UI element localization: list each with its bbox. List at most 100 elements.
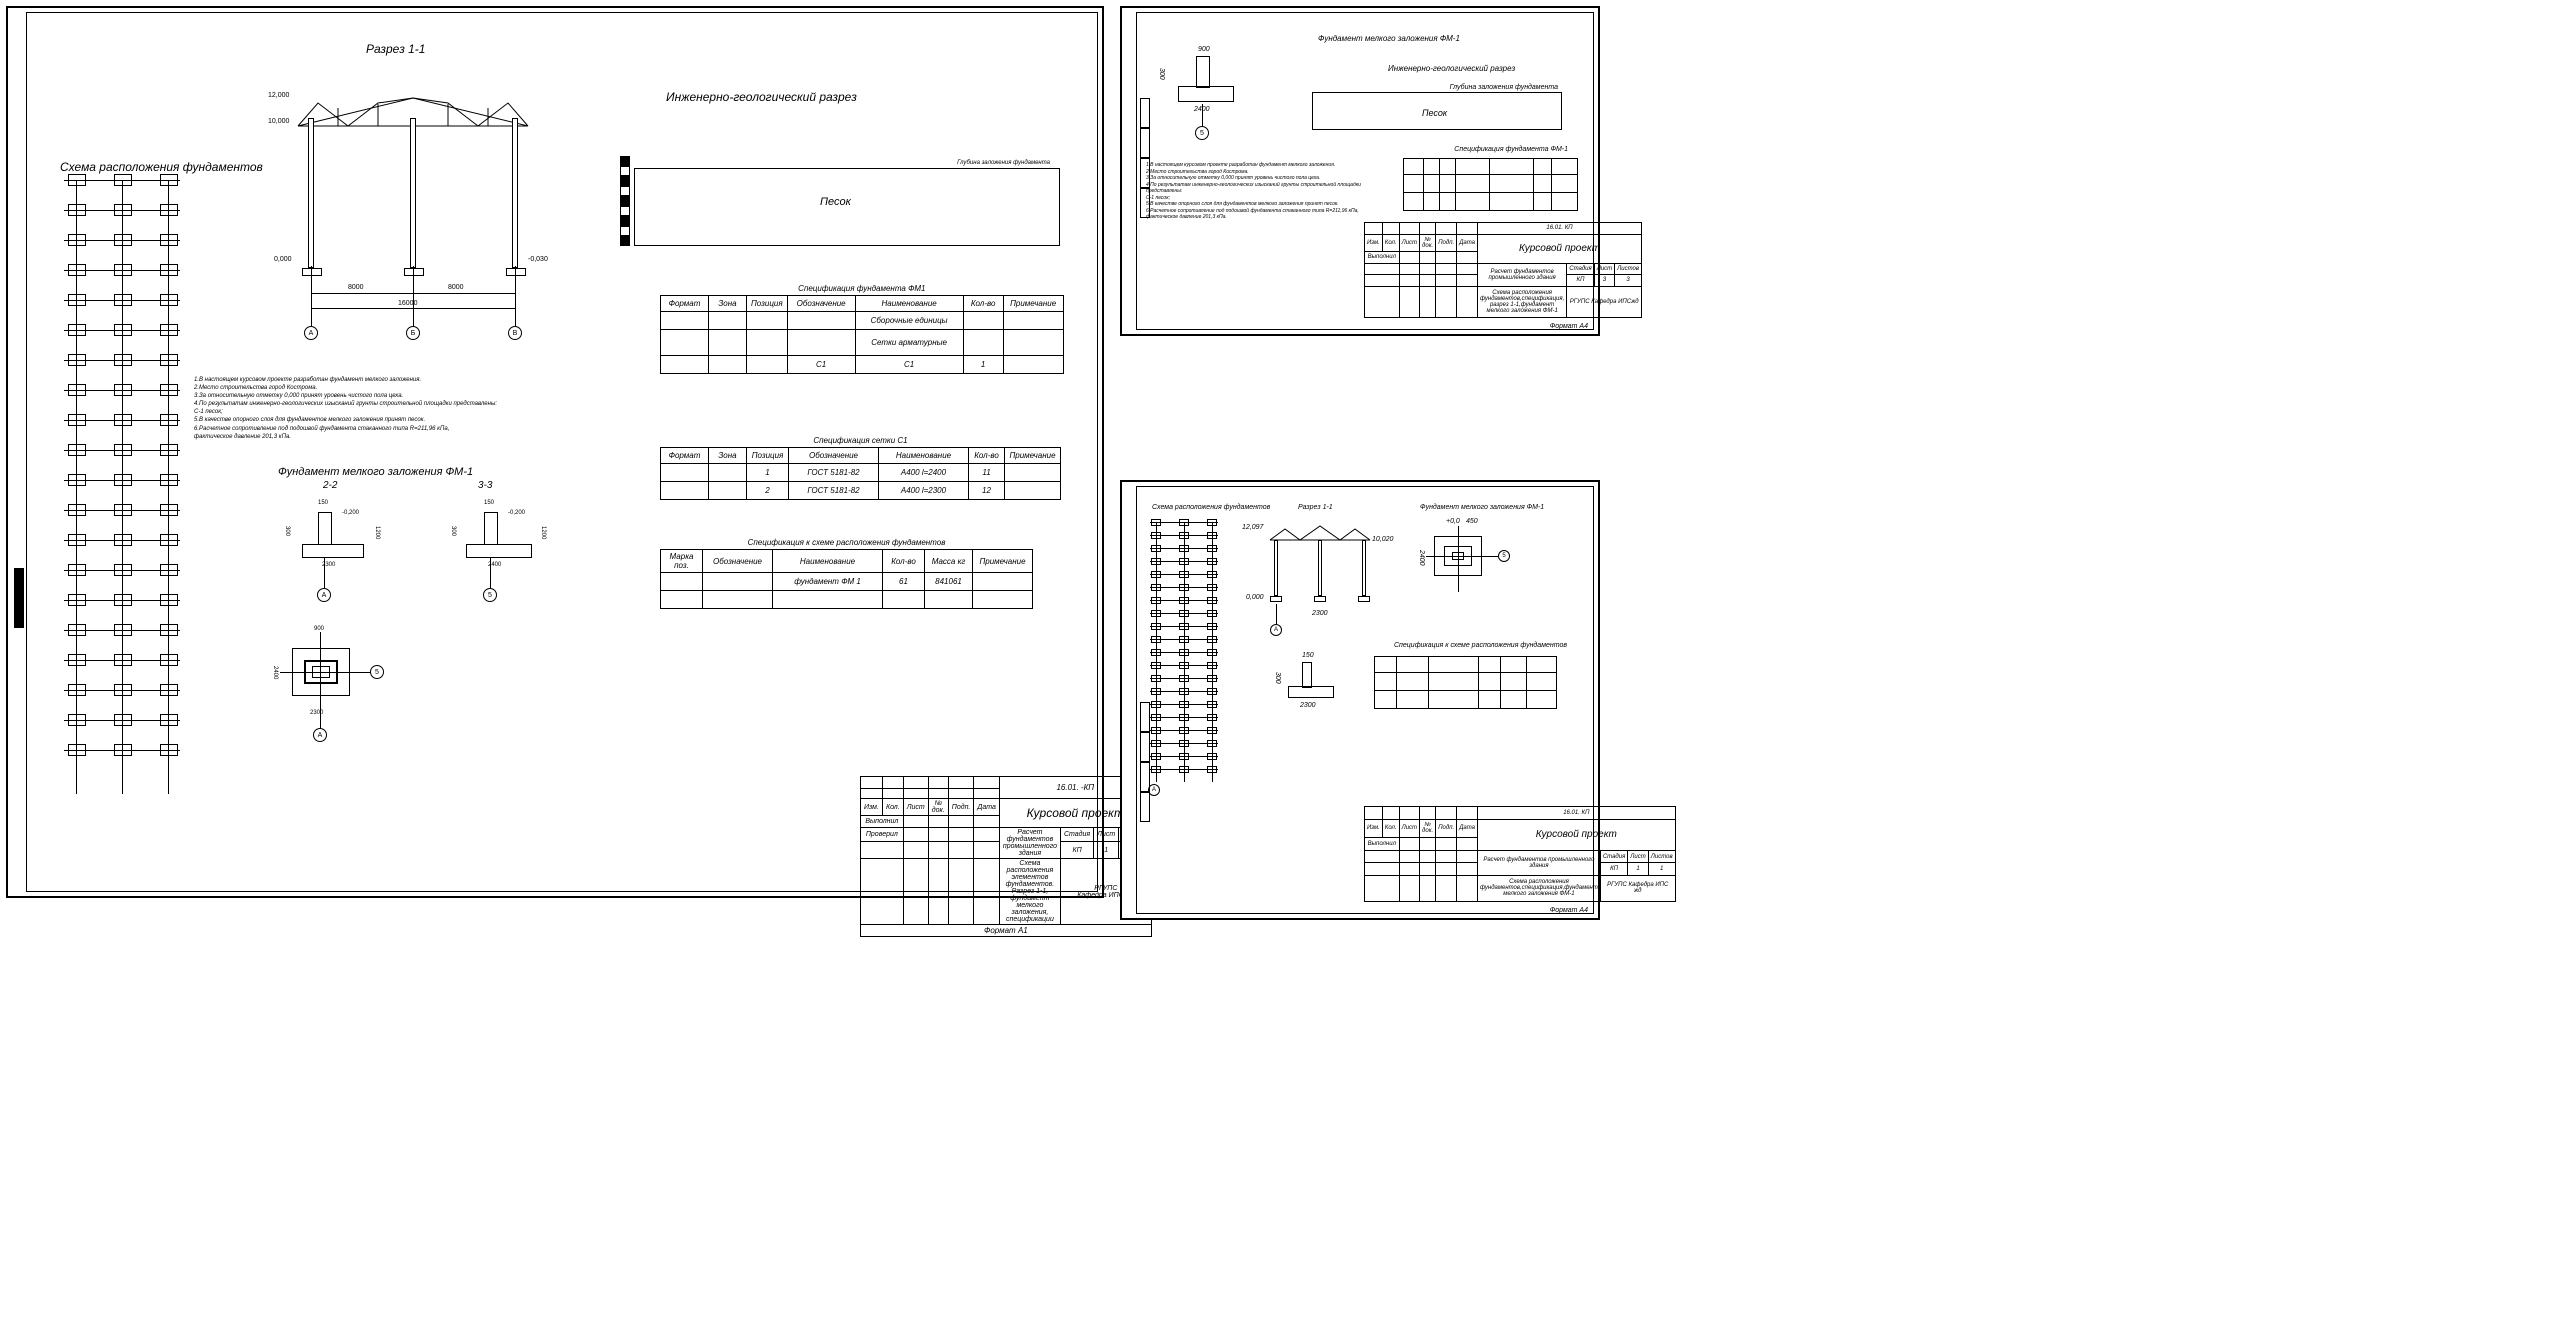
br-pd-2: 2400 [1418, 550, 1425, 566]
spec3-r-name: фундамент ФМ 1 [773, 573, 883, 591]
br-t-shallow: Фундамент мелкого заложения ФМ-1 [1420, 504, 1544, 511]
spec2-r0-obo: ГОСТ 5181-82 [789, 464, 879, 482]
detail-2-2: 150 -0,200 300 1200 2300 А [282, 494, 402, 604]
tr-tb-sh1: Лист [1594, 263, 1614, 275]
tr-tb-org: РГУПС Кафедра ИПСжд [1567, 286, 1642, 317]
tb-org1: РГУПС [1094, 885, 1117, 892]
d33-axis: 5 [483, 588, 497, 602]
tr-tb-ndok: № док. [1420, 234, 1436, 251]
br22-1: 300 [1274, 672, 1281, 684]
spec3-h4: Масса кг [925, 550, 973, 573]
spec2-r0-qty: 11 [969, 464, 1005, 482]
tr-spec-title: Спецификация фундамента ФМ-1 [1454, 146, 1568, 153]
plan-axis-A: А [313, 728, 327, 742]
tr-tb-vyp: Выполнил [1365, 251, 1400, 263]
br-tb-ndok: № док. [1420, 819, 1436, 838]
tr-binding-cells [1140, 98, 1150, 218]
tr-tb-sv1: 3 [1594, 275, 1614, 287]
title-geo-section: Инженерно-геологический разрез [666, 90, 857, 104]
tb-izm: Изм. [861, 799, 883, 816]
level-10000: 10,000 [268, 118, 289, 125]
title-block: 16.01. -КП Изм. Кол. Лист № док. Подп. Д… [860, 776, 1096, 890]
br-tb-izm: Изм. [1365, 819, 1383, 838]
spec1-r-obo: С1 [787, 356, 855, 374]
br-spec-table [1374, 656, 1557, 709]
note-4a: С-1 песок; [194, 408, 534, 416]
d33-dim-150: 150 [484, 500, 494, 506]
br-format: Формат А4 [1550, 907, 1588, 914]
title-foundation-scheme: Схема расположения фундаментов [60, 160, 263, 174]
detail-3-3: 150 -0,200 300 1200 2400 5 [448, 494, 568, 604]
br-detail-2-2: 150 300 2300 [1274, 652, 1354, 722]
axis-V: В [508, 326, 522, 340]
dim-8000-2: 8000 [448, 284, 464, 291]
tr-geo-note: Глубина заложения фундамента [1450, 84, 1558, 91]
note-4: 4.По результатам инженерно-геологических… [194, 400, 534, 408]
tb-stage-h1: Лист [1094, 828, 1119, 842]
tb-date: Дата [974, 799, 999, 816]
br-tb-sh2: Листов [1648, 850, 1675, 863]
spec3-r-qty: 61 [883, 573, 925, 591]
br-t-section: Разрез 1-1 [1298, 504, 1333, 511]
tr-n0: 1.В настоящем курсовом проекте разработа… [1146, 162, 1366, 169]
note-6b: фактическое давление 201,3 кПа. [194, 433, 534, 441]
d22-dim-300: 300 [284, 526, 290, 536]
foundation-pads [64, 180, 184, 776]
tb-vypolnil: Выполнил [861, 816, 904, 828]
br-axis-A: А [1270, 624, 1282, 636]
note-5: 5.В качестве опорного слоя для фундамент… [194, 416, 534, 424]
br-tb-list: Лист [1399, 819, 1419, 838]
dim-8000-1: 8000 [348, 284, 364, 291]
geo-depth-note: Глубина заложения фундамента [957, 160, 1050, 166]
d33-dim-300: 300 [450, 526, 456, 536]
spec3-h1: Обозначение [703, 550, 773, 573]
tr-dim-900: 900 [1198, 46, 1210, 53]
tr-title-fm1: Фундамент мелкого заложения ФМ-1 [1318, 34, 1460, 43]
plan-dim-900: 900 [314, 626, 324, 632]
axis-A: А [304, 326, 318, 340]
br-tb-content: Схема расположения фундаментов,специфика… [1478, 875, 1601, 901]
d22-dim-150: 150 [318, 500, 328, 506]
spec2-h6: Примечание [1005, 448, 1061, 464]
tr-title-geo: Инженерно-геологический разрез [1388, 64, 1515, 73]
tr-n7: фактическое давление 201,3 кПа. [1146, 214, 1366, 221]
plan-dim-2400: 2400 [272, 666, 278, 679]
tr-n3: 4.По результатам инженерно-геологических… [1146, 182, 1366, 195]
br-tb-title: Курсовой проект [1478, 819, 1676, 850]
br-tb-sv2: 1 [1648, 863, 1675, 876]
main-drawing-sheet: Схема расположения фундаментов Разрез 1-… [6, 6, 1104, 898]
br22-0: 150 [1302, 652, 1314, 659]
tr-title-block: 16.01. КП Изм.Кол.Лист№ док.Подп.ДатаКур… [1364, 222, 1592, 318]
spec1-h-obo: Обозначение [787, 296, 855, 312]
binding-strip [10, 568, 24, 630]
spec2-r1-obo: ГОСТ 5181-82 [789, 482, 879, 500]
spec1-h-qty: Кол-во [963, 296, 1003, 312]
br-tb-date: Дата [1457, 819, 1478, 838]
tb-content: Схема расположения элементов фундаментов… [999, 859, 1060, 925]
spec2-h2: Позиция [747, 448, 789, 464]
br-spec-title: Спецификация к схеме расположения фундам… [1394, 642, 1567, 649]
spec1-h-zone: Зона [709, 296, 747, 312]
tb-podp: Подп. [948, 799, 974, 816]
spec-foundation-FM1: Спецификация фундамента ФМ1 Формат Зона … [660, 284, 1064, 374]
br-tb-subj: Расчет фундаментов промышленного здания [1478, 850, 1601, 875]
spec3-table: Марка поз. Обозначение Наименование Кол-… [660, 549, 1033, 609]
br-dim-2300: 2300 [1312, 610, 1328, 617]
tr-tb-izm: Изм. [1365, 234, 1383, 251]
br-tb-sv1: 1 [1628, 863, 1648, 876]
tb-stage-h0: Стадия [1060, 828, 1093, 842]
tr-tb-kol: Кол. [1382, 234, 1399, 251]
spec1-group2: Сетки арматурные [855, 330, 963, 356]
br-tb-org: РГУПС Кафедра ИПС жд [1600, 875, 1675, 901]
spec2-h4: Наименование [879, 448, 969, 464]
spec1-h-note: Примечание [1003, 296, 1063, 312]
tr-tb-sh0: Стадия [1567, 263, 1594, 275]
depth-ruler-icon [620, 156, 630, 246]
br-tb-code: 16.01. КП [1478, 807, 1676, 820]
tr-tb-code: 16.01. КП [1478, 223, 1642, 235]
spec2-r0-name: А400 l=2400 [879, 464, 969, 482]
dim-16000: 16000 [398, 300, 417, 307]
spec2-h1: Зона [709, 448, 747, 464]
sheet-bottom-right: Схема расположения фундаментов Разрез 1-… [1120, 480, 1600, 920]
tr-dim-300: 300 [1158, 68, 1165, 80]
